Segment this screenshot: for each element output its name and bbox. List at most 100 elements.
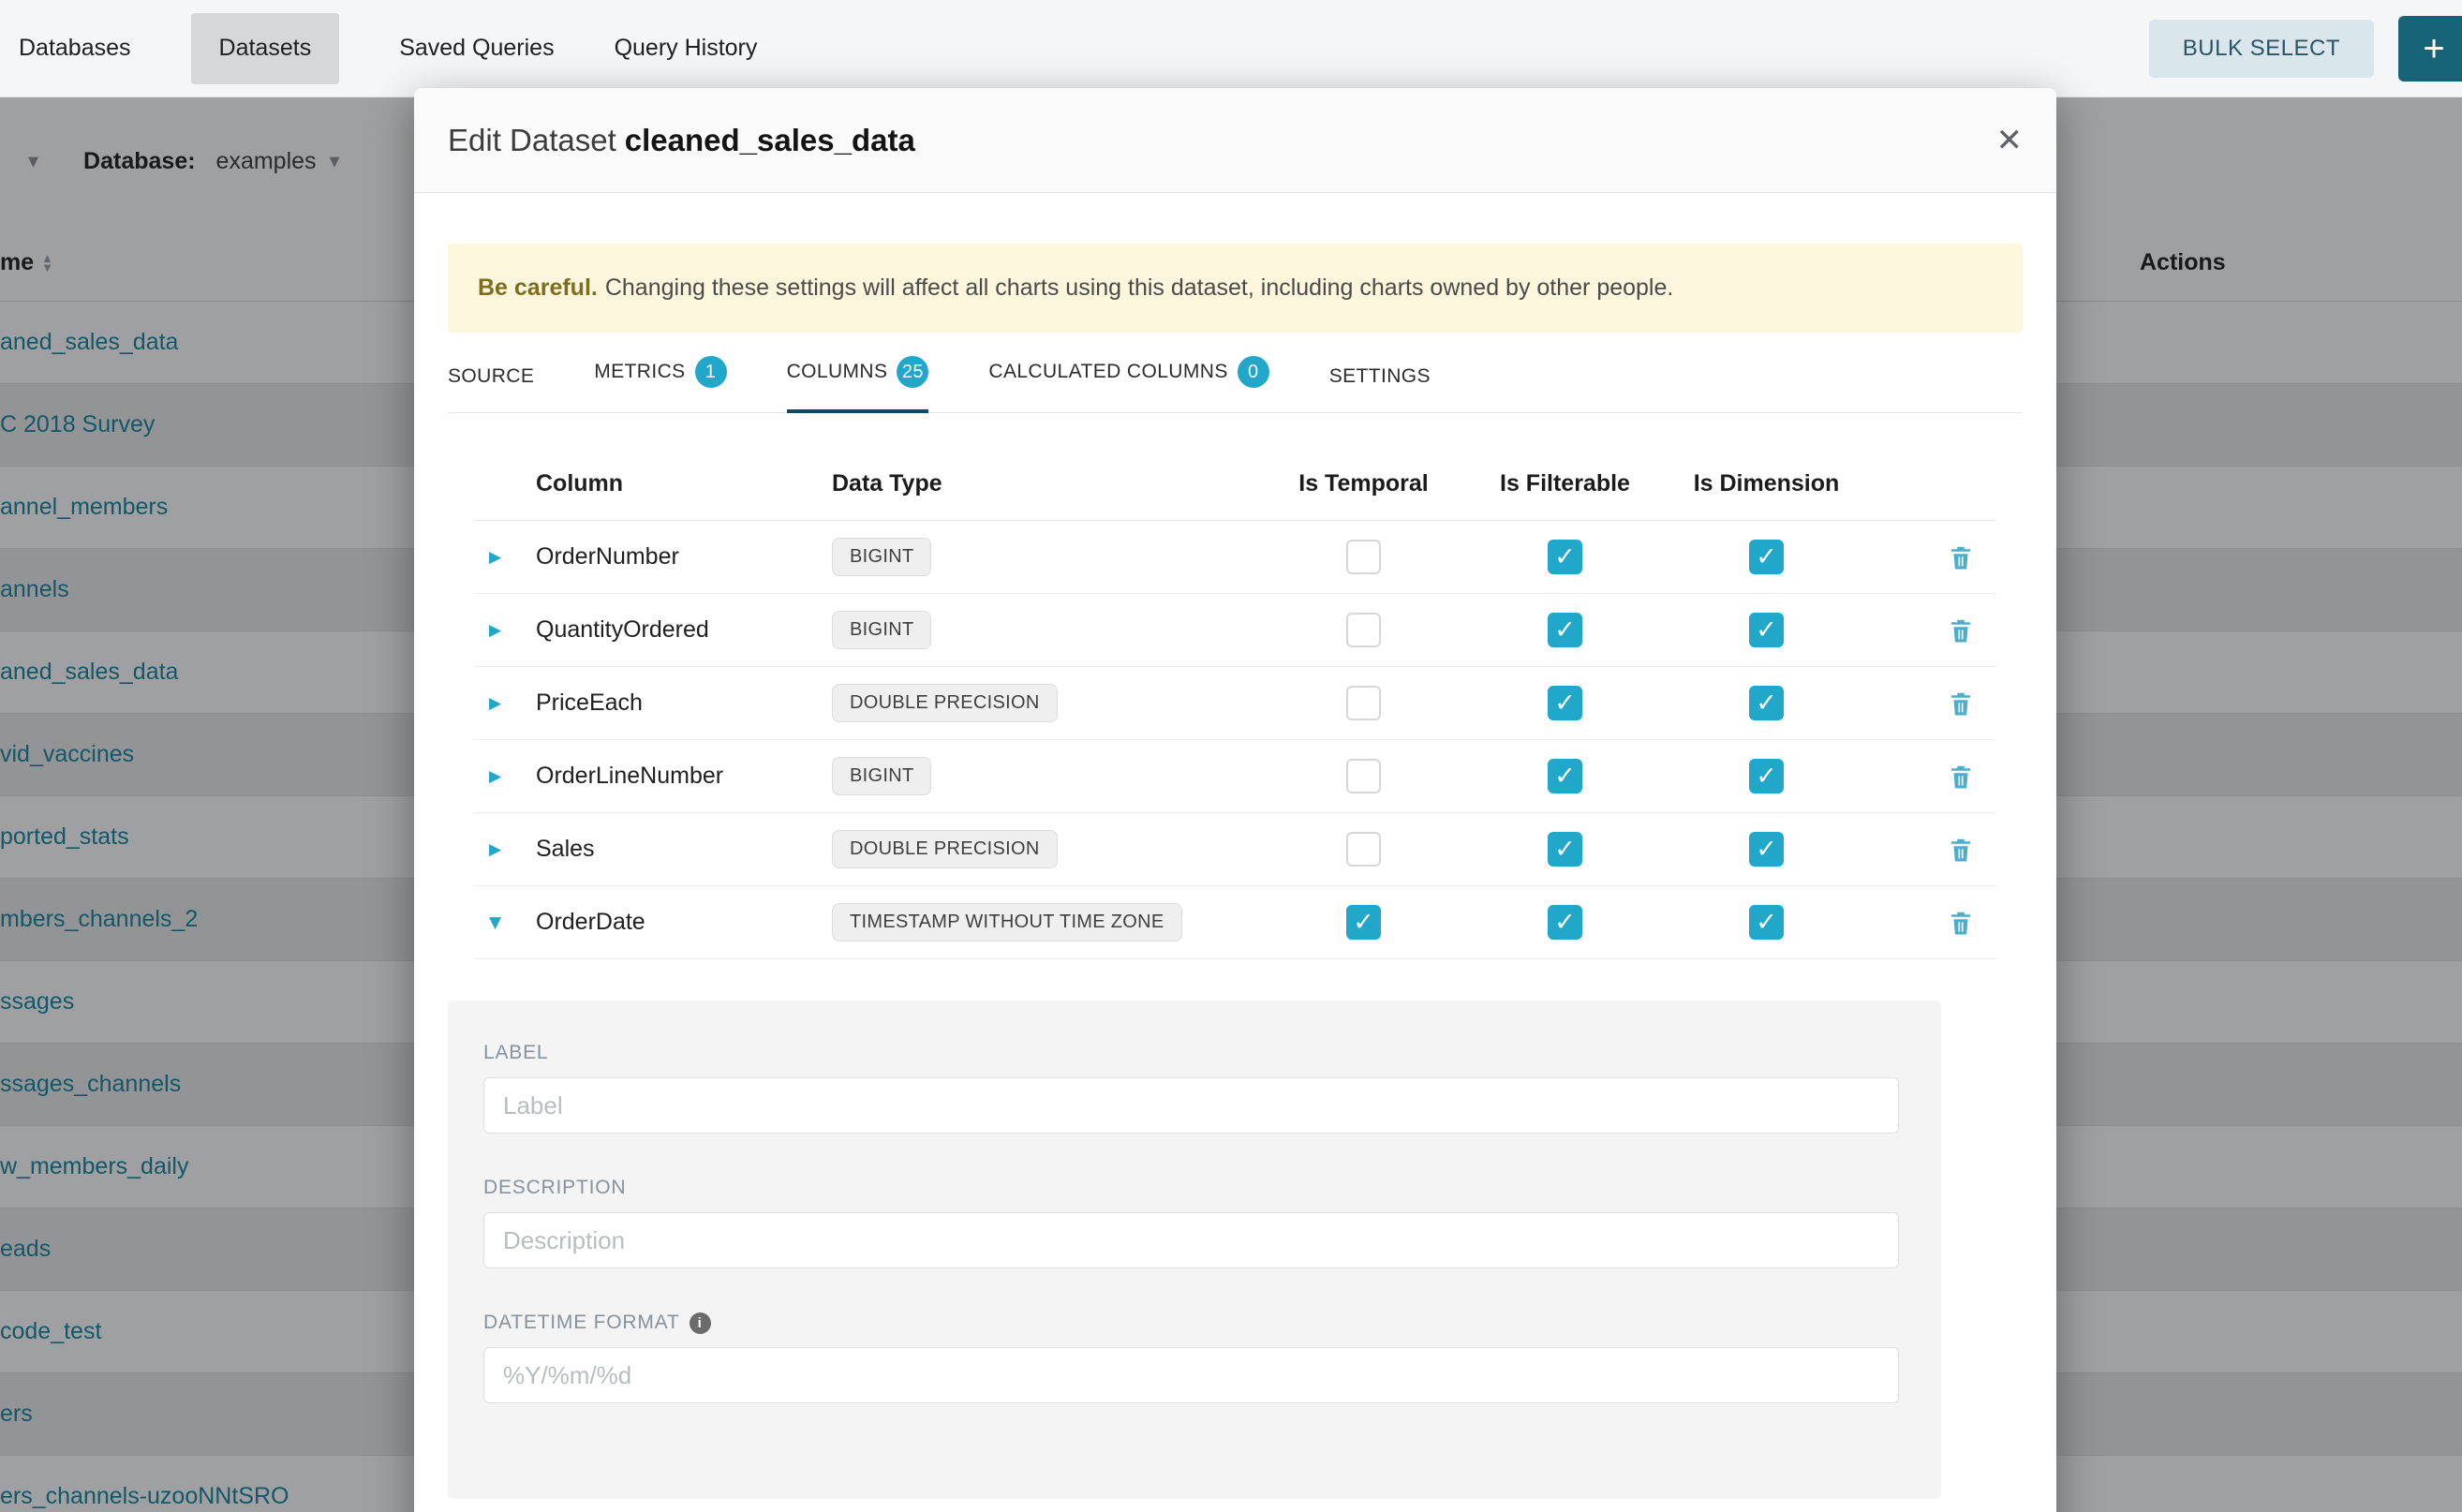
expand-row-button[interactable] — [489, 840, 501, 859]
is-dimension-header: Is Dimension — [1666, 470, 1867, 497]
data-type-pill: DOUBLE PRECISION — [832, 684, 1058, 722]
bulk-select-button[interactable]: BULK SELECT — [2149, 20, 2374, 78]
add-dataset-button[interactable]: + — [2398, 16, 2462, 82]
column-name: OrderNumber — [536, 543, 832, 571]
tab-label: SETTINGS — [1329, 365, 1431, 388]
tab-count-badge: 0 — [1238, 356, 1269, 388]
is-temporal-header: Is Temporal — [1263, 470, 1464, 497]
warning-banner: Be careful. Changing these settings will… — [448, 244, 2023, 333]
column-name: QuantityOrdered — [536, 616, 832, 644]
modal-title-dataset-name: cleaned_sales_data — [625, 123, 915, 157]
edit-dataset-modal: Edit Dataset cleaned_sales_data Be carefu… — [414, 88, 2056, 1512]
columns-table: Column Data Type Is Temporal Is Filterab… — [474, 413, 1996, 959]
table-row: Sales DOUBLE PRECISION — [474, 813, 1996, 886]
columns-table-header: Column Data Type Is Temporal Is Filterab… — [474, 413, 1996, 521]
is-filterable-checkbox[interactable] — [1548, 686, 1582, 720]
is-temporal-checkbox[interactable] — [1346, 613, 1381, 647]
delete-column-button[interactable] — [1947, 763, 1975, 791]
description-input[interactable] — [483, 1212, 1899, 1268]
delete-column-button[interactable] — [1947, 543, 1975, 571]
plus-icon: + — [2423, 30, 2444, 67]
modal-tabs: SOURCE METRICS1 COLUMNS25 CALCULATED COL… — [448, 333, 2023, 413]
is-filterable-checkbox[interactable] — [1548, 613, 1582, 647]
close-icon[interactable] — [1996, 122, 2024, 159]
is-filterable-checkbox[interactable] — [1548, 759, 1582, 793]
delete-column-button[interactable] — [1947, 689, 1975, 718]
expand-row-button[interactable] — [489, 621, 501, 640]
data-type-pill: DOUBLE PRECISION — [832, 830, 1058, 868]
datetime-format-field-group: DATETIME FORMAT i — [483, 1312, 1899, 1403]
modal-body: Be careful. Changing these settings will… — [414, 244, 2056, 1499]
data-type-pill: BIGINT — [832, 757, 931, 795]
modal-title-prefix: Edit Dataset — [448, 123, 616, 157]
warning-text: Changing these settings will affect all … — [605, 274, 1674, 302]
trash-icon — [1947, 543, 1975, 571]
nav-item-saved-queries[interactable]: Saved Queries — [399, 35, 554, 62]
is-filterable-checkbox[interactable] — [1548, 832, 1582, 867]
data-type-pill: BIGINT — [832, 611, 931, 649]
column-name: OrderLineNumber — [536, 763, 832, 790]
caret-right-icon — [489, 843, 501, 857]
caret-right-icon — [489, 770, 501, 784]
tab-count-badge: 25 — [897, 356, 928, 388]
datetime-format-input[interactable] — [483, 1347, 1899, 1403]
is-dimension-checkbox[interactable] — [1749, 686, 1784, 720]
is-filterable-header: Is Filterable — [1464, 470, 1666, 497]
label-input[interactable] — [483, 1077, 1899, 1134]
tab-label: SOURCE — [448, 365, 534, 388]
data-type-pill: TIMESTAMP WITHOUT TIME ZONE — [832, 903, 1182, 941]
is-temporal-checkbox[interactable] — [1346, 686, 1381, 720]
is-dimension-checkbox[interactable] — [1749, 759, 1784, 793]
tab-count-badge: 1 — [695, 356, 727, 388]
expand-row-button[interactable] — [489, 548, 501, 567]
table-row: OrderNumber BIGINT — [474, 521, 1996, 594]
column-detail-panel: LABEL DESCRIPTION DATETIME FORMAT i — [448, 1001, 1941, 1499]
tab-settings[interactable]: SETTINGS — [1329, 365, 1431, 412]
data-type-pill: BIGINT — [832, 538, 931, 576]
collapse-row-button[interactable] — [489, 913, 501, 932]
delete-column-button[interactable] — [1947, 909, 1975, 937]
is-dimension-checkbox[interactable] — [1749, 613, 1784, 647]
is-temporal-checkbox[interactable] — [1346, 832, 1381, 867]
caret-right-icon — [489, 697, 501, 711]
trash-icon — [1947, 909, 1975, 937]
is-filterable-checkbox[interactable] — [1548, 905, 1582, 940]
app-screen: Databases Datasets Saved Queries Query H… — [0, 0, 2462, 1512]
tab-source[interactable]: SOURCE — [448, 365, 534, 412]
expand-row-button[interactable] — [489, 694, 501, 713]
column-name: PriceEach — [536, 689, 832, 717]
table-row: OrderLineNumber BIGINT — [474, 740, 1996, 813]
description-field-label: DESCRIPTION — [483, 1177, 1899, 1199]
nav-item-databases[interactable]: Databases — [19, 35, 131, 62]
is-filterable-checkbox[interactable] — [1548, 540, 1582, 574]
label-field-group: LABEL — [483, 1042, 1899, 1134]
modal-header: Edit Dataset cleaned_sales_data — [414, 88, 2056, 193]
is-dimension-checkbox[interactable] — [1749, 832, 1784, 867]
tab-calculated-columns[interactable]: CALCULATED COLUMNS0 — [988, 356, 1268, 412]
expand-row-button[interactable] — [489, 767, 501, 786]
nav-item-datasets[interactable]: Datasets — [191, 13, 340, 84]
table-row-expanded: OrderDate TIMESTAMP WITHOUT TIME ZONE — [474, 886, 1996, 959]
tab-metrics[interactable]: METRICS1 — [594, 356, 726, 412]
table-row: PriceEach DOUBLE PRECISION — [474, 667, 1996, 740]
column-name: Sales — [536, 836, 832, 863]
delete-column-button[interactable] — [1947, 616, 1975, 645]
is-dimension-checkbox[interactable] — [1749, 540, 1784, 574]
datetime-format-field-label: DATETIME FORMAT i — [483, 1312, 1899, 1334]
column-name: OrderDate — [536, 909, 832, 936]
is-temporal-checkbox[interactable] — [1346, 905, 1381, 940]
is-temporal-checkbox[interactable] — [1346, 540, 1381, 574]
trash-icon — [1947, 616, 1975, 645]
caret-right-icon — [489, 551, 501, 565]
trash-icon — [1947, 763, 1975, 791]
tab-columns[interactable]: COLUMNS25 — [787, 356, 929, 412]
nav-item-query-history[interactable]: Query History — [615, 35, 758, 62]
is-temporal-checkbox[interactable] — [1346, 759, 1381, 793]
is-dimension-checkbox[interactable] — [1749, 905, 1784, 940]
column-header: Column — [536, 470, 832, 497]
delete-column-button[interactable] — [1947, 836, 1975, 864]
caret-right-icon — [489, 624, 501, 638]
info-icon[interactable]: i — [690, 1312, 711, 1334]
label-field-label: LABEL — [483, 1042, 1899, 1064]
description-field-group: DESCRIPTION — [483, 1177, 1899, 1268]
